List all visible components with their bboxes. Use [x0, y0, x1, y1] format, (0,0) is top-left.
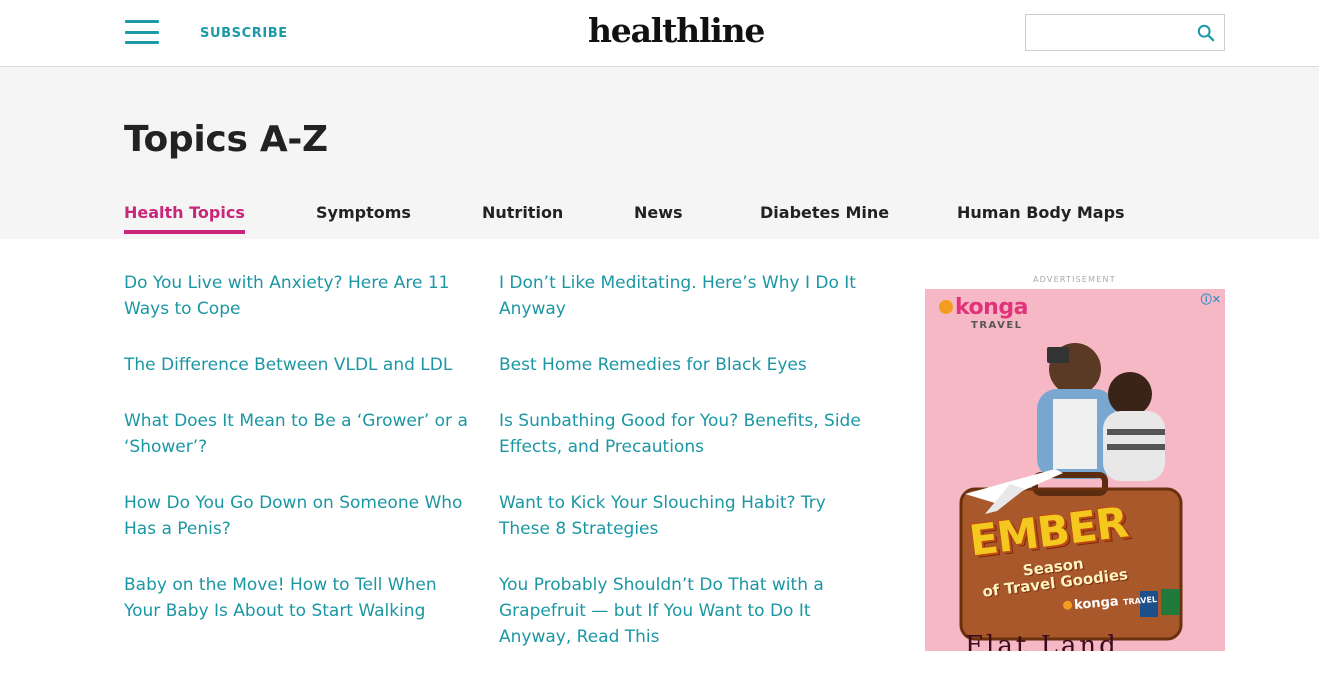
article-link[interactable]: Is Sunbathing Good for You? Benefits, Si… [499, 408, 874, 460]
tab-diabetes-mine[interactable]: Diabetes Mine [760, 203, 889, 234]
topic-tabs: Health Topics Symptoms Nutrition News Di… [0, 67, 1319, 239]
article-link[interactable]: You Probably Shouldn’t Do That with a Gr… [499, 572, 874, 650]
search-input[interactable] [1034, 23, 1194, 43]
article-list-left: Do You Live with Anxiety? Here Are 11 Wa… [124, 270, 469, 654]
subscribe-link[interactable]: SUBSCRIBE [200, 26, 288, 41]
advertisement-label: ADVERTISEMENT [1033, 275, 1116, 284]
article-link[interactable]: Want to Kick Your Slouching Habit? Try T… [499, 490, 874, 542]
ad-choices-icon[interactable]: ⓘ✕ [1201, 291, 1221, 307]
konga-logo: konga [939, 295, 1028, 320]
advertisement-banner[interactable]: ⓘ✕ konga TRAVEL EMBER Season of Travel G… [925, 289, 1225, 651]
tab-health-topics[interactable]: Health Topics [124, 203, 245, 234]
search-box [1025, 14, 1225, 51]
konga-travel-label: TRAVEL [971, 320, 1023, 331]
article-link[interactable]: Best Home Remedies for Black Eyes [499, 352, 874, 378]
article-link[interactable]: Do You Live with Anxiety? Here Are 11 Wa… [124, 270, 469, 322]
tab-news[interactable]: News [634, 203, 683, 234]
tab-nutrition[interactable]: Nutrition [482, 203, 563, 234]
article-list-right: I Don’t Like Meditating. Here’s Why I Do… [499, 270, 874, 680]
article-link[interactable]: How Do You Go Down on Someone Who Has a … [124, 490, 469, 542]
top-header: SUBSCRIBE healthline [0, 0, 1319, 67]
menu-icon[interactable] [125, 20, 159, 46]
search-icon[interactable] [1197, 24, 1215, 42]
konga-logo-text: konga [955, 295, 1028, 320]
article-link[interactable]: I Don’t Like Meditating. Here’s Why I Do… [499, 270, 874, 322]
tab-symptoms[interactable]: Symptoms [316, 203, 411, 234]
healthline-logo[interactable]: healthline [588, 11, 765, 50]
konga-small-sub: TRAVEL [1122, 594, 1158, 607]
tab-human-body-maps[interactable]: Human Body Maps [957, 203, 1125, 234]
ad-illustration [959, 343, 1183, 641]
article-link[interactable]: Baby on the Move! How to Tell When Your … [124, 572, 469, 624]
topics-hero: Topics A-Z Health Topics Symptoms Nutrit… [0, 67, 1319, 239]
article-link[interactable]: What Does It Mean to Be a ‘Grower’ or a … [124, 408, 469, 460]
ad-bottom-text: Flat Land [965, 631, 1119, 651]
article-link[interactable]: The Difference Between VLDL and LDL [124, 352, 469, 378]
